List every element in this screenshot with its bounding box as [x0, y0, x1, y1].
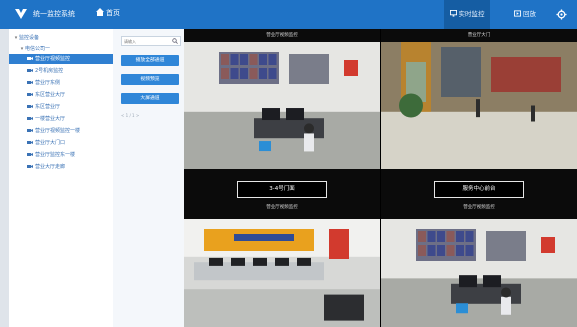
tree-item-label: 营业大厅走廊 — [35, 164, 66, 170]
tab-realtime-monitor[interactable]: 实时监控 — [444, 0, 490, 29]
preview-button[interactable]: 视频预览 — [121, 74, 179, 85]
camera-icon — [27, 117, 33, 120]
tree-item-camera[interactable]: 营业厅东侧 — [9, 78, 113, 88]
tree-item-camera[interactable]: 营业大厅走廊 — [9, 162, 113, 172]
home-nav-label: 首页 — [106, 9, 120, 17]
camera-icon — [27, 57, 33, 60]
tree-item-camera[interactable]: 东区营业厅 — [9, 102, 113, 112]
tree-item-label: 营业厅视频监控一楼 — [35, 128, 81, 134]
top-bar: 统一监控系统 首页 实时监控 回放 — [0, 0, 577, 29]
camera-icon — [27, 141, 33, 144]
camera-icon — [27, 165, 33, 168]
tab-playback-label: 回放 — [523, 10, 536, 18]
video-caption: 营业厅视频监控 — [266, 33, 298, 38]
tree-item-label: 一楼营业大厅 — [35, 116, 66, 122]
tree-item-camera[interactable]: 营业厅视频监控一楼 — [9, 126, 113, 136]
video-caption: 营业厅大门 — [467, 33, 491, 38]
camera-icon — [27, 69, 33, 72]
tree-item-label: 营业厅监控东一楼 — [35, 152, 76, 158]
camera-icon — [27, 105, 33, 108]
camera-icon — [27, 93, 33, 96]
video-cell[interactable]: 营业厅大门 — [381, 29, 577, 169]
camera-icon — [27, 153, 33, 156]
camera-feed — [381, 219, 577, 327]
playback-icon — [514, 10, 521, 17]
tree-item-label: 营业厅东侧 — [35, 80, 61, 86]
search-box — [121, 36, 181, 46]
video-grid: 营业厅视频监控 营业厅大门 3-4号门面 营业厅视频监控 服务中心前台 营业厅视频监控 — [184, 29, 577, 327]
tree-item-camera[interactable]: 营业厅监控东一楼 — [9, 150, 113, 160]
video-cell[interactable] — [184, 219, 380, 327]
tab-playback[interactable]: 回放 — [505, 0, 545, 29]
device-tree: ▾ 监控设备 ▾ 电信公司一 营业厅视频监控 2号机房监控 营业厅东侧东区营业大厅 东区营… — [9, 29, 113, 327]
tree-group-label: 电信公司一 — [25, 46, 51, 52]
video-cell[interactable] — [381, 219, 577, 327]
tree-item-label: 东区营业厅 — [35, 104, 61, 110]
camera-feed — [184, 219, 380, 327]
tree-item-camera[interactable]: 东区营业大厅 — [9, 90, 113, 100]
tree-item-label: 2号机房监控 — [35, 68, 64, 74]
monitor-icon — [449, 10, 457, 17]
home-nav-link[interactable]: 首页 — [96, 8, 120, 18]
logo-icon — [15, 9, 27, 19]
channel-button[interactable]: 3-4号门面 — [237, 181, 327, 198]
camera-icon — [27, 81, 33, 84]
camera-feed — [184, 42, 380, 169]
home-icon — [96, 8, 104, 16]
tree-item-camera[interactable]: 2号机房监控 — [9, 66, 113, 76]
search-icon[interactable] — [172, 38, 178, 44]
channel-button[interactable]: 服务中心前台 — [434, 181, 524, 198]
app-title: 统一监控系统 — [33, 10, 75, 18]
camera-feed — [381, 42, 577, 169]
tree-item-camera[interactable]: 一楼营业大厅 — [9, 114, 113, 124]
tree-item-camera[interactable]: 营业厅视频监控 — [9, 54, 113, 64]
pager[interactable]: < 1 / 1 > — [121, 112, 179, 120]
tree-item-label: 营业厅视频监控 — [35, 56, 71, 62]
video-cell-empty[interactable]: 3-4号门面营业厅视频监控 — [184, 169, 380, 219]
tree-root[interactable]: ▾ 监控设备 — [13, 33, 113, 43]
gear-icon[interactable] — [556, 9, 567, 20]
search-input[interactable] — [124, 37, 168, 45]
tab-realtime-monitor-label: 实时监控 — [458, 10, 485, 18]
tree-item-camera[interactable]: 营业厅大门口 — [9, 138, 113, 148]
big-screen-button[interactable]: 大屏通道 — [121, 93, 179, 104]
video-cell-empty[interactable]: 服务中心前台营业厅视频监控 — [381, 169, 577, 219]
tree-item-label: 东区营业大厅 — [35, 92, 66, 98]
play-all-button[interactable]: 播放全部通道 — [121, 55, 179, 66]
tree-item-label: 营业厅大门口 — [35, 140, 66, 146]
video-caption: 营业厅视频监控 — [463, 205, 495, 210]
control-panel: 播放全部通道 视频预览 大屏通道 < 1 / 1 > — [113, 29, 184, 327]
tree-group[interactable]: ▾ 电信公司一 — [19, 44, 113, 54]
tree-root-label: 监控设备 — [19, 35, 40, 41]
video-cell[interactable]: 营业厅视频监控 — [184, 29, 380, 169]
camera-icon — [27, 129, 33, 132]
video-caption: 营业厅视频监控 — [266, 205, 298, 210]
